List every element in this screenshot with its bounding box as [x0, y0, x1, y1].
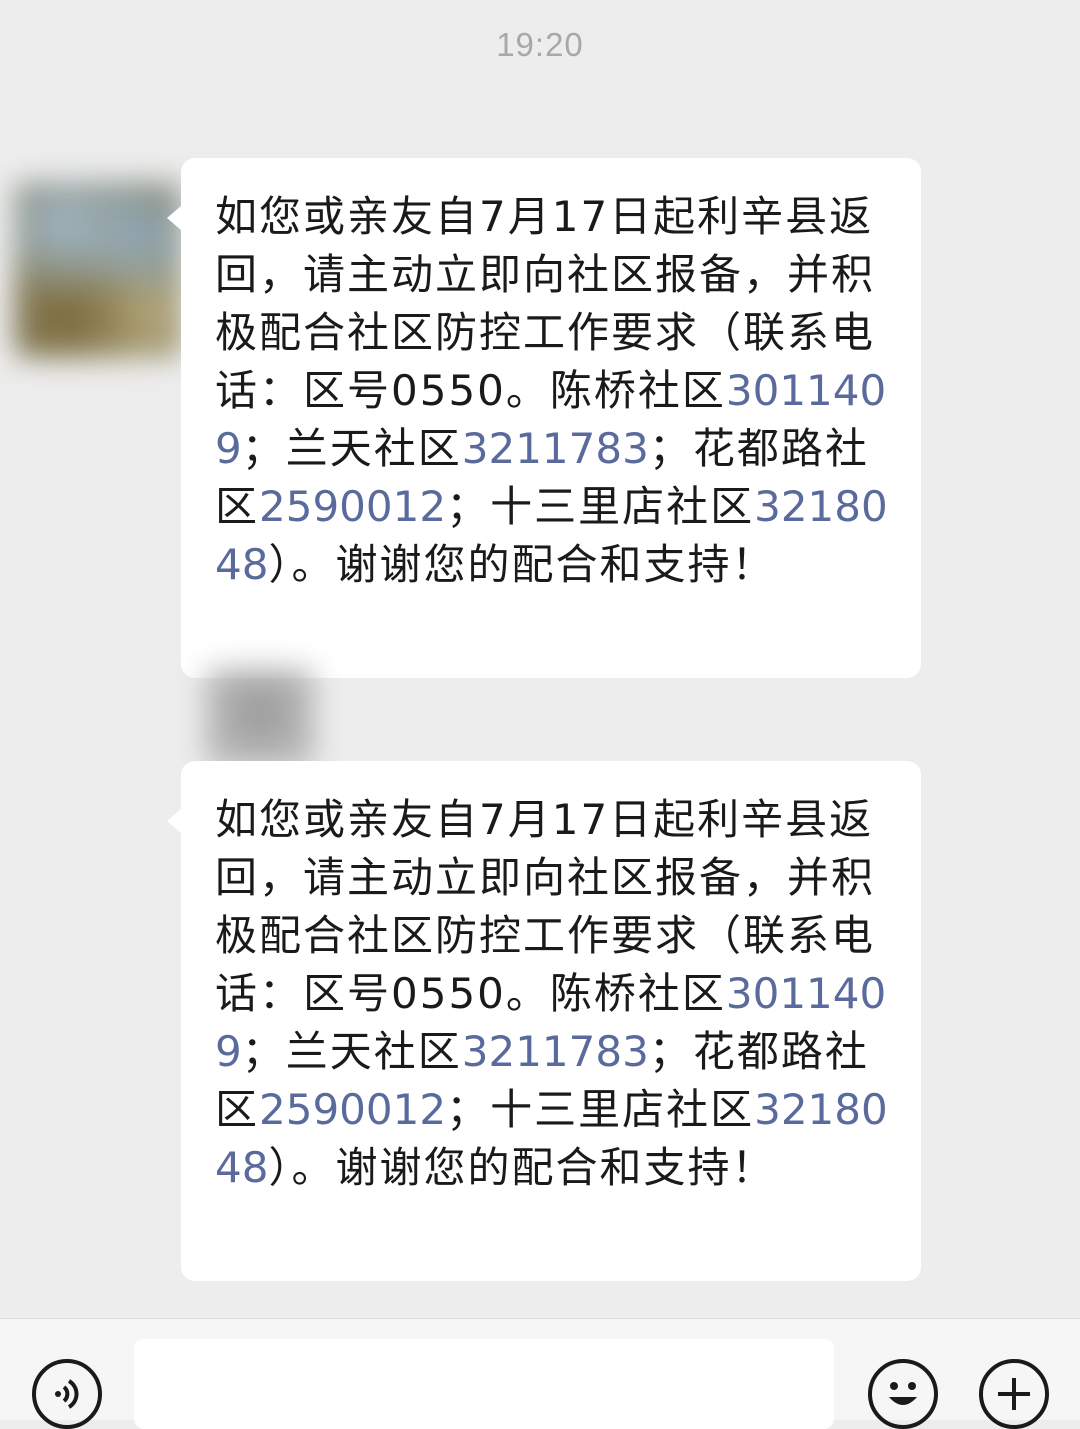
message-text: 如您或亲友自7月17日起利辛县返回，请主动立即向社区报备，并积极配合社区防控工作… — [215, 188, 891, 594]
phone-number-link[interactable]: 2590012 — [259, 1085, 446, 1134]
message-text-segment: ；十三里店社区 — [446, 1085, 755, 1134]
message-text-segment: ）。谢谢您的配合和支持！ — [268, 540, 776, 589]
message-text-segment: ；兰天社区 — [241, 424, 462, 473]
message-text-segment: ）。谢谢您的配合和支持！ — [268, 1143, 776, 1192]
message-text-segment: ；兰天社区 — [241, 1027, 462, 1076]
message-input[interactable] — [134, 1339, 834, 1429]
chat-area: 19:20 如您或亲友自7月17日起利辛县返回，请主动立即向社区报备，并积极配合… — [0, 0, 1080, 1318]
message-text: 如您或亲友自7月17日起利辛县返回，请主动立即向社区报备，并积极配合社区防控工作… — [215, 791, 891, 1197]
input-toolbar — [0, 1318, 1080, 1429]
phone-number-link[interactable]: 2590012 — [259, 482, 446, 531]
message-text-segment: ；十三里店社区 — [446, 482, 755, 531]
phone-number-link[interactable]: 3211783 — [462, 424, 649, 473]
message-bubble[interactable]: 如您或亲友自7月17日起利辛县返回，请主动立即向社区报备，并积极配合社区防控工作… — [167, 158, 921, 678]
message-timestamp: 19:20 — [496, 26, 584, 63]
message-bubble[interactable]: 如您或亲友自7月17日起利辛县返回，请主动立即向社区报备，并积极配合社区防控工作… — [167, 761, 921, 1281]
sender-avatar[interactable] — [14, 182, 182, 358]
sender-avatar[interactable] — [205, 668, 315, 768]
phone-number-link[interactable]: 3211783 — [462, 1027, 649, 1076]
